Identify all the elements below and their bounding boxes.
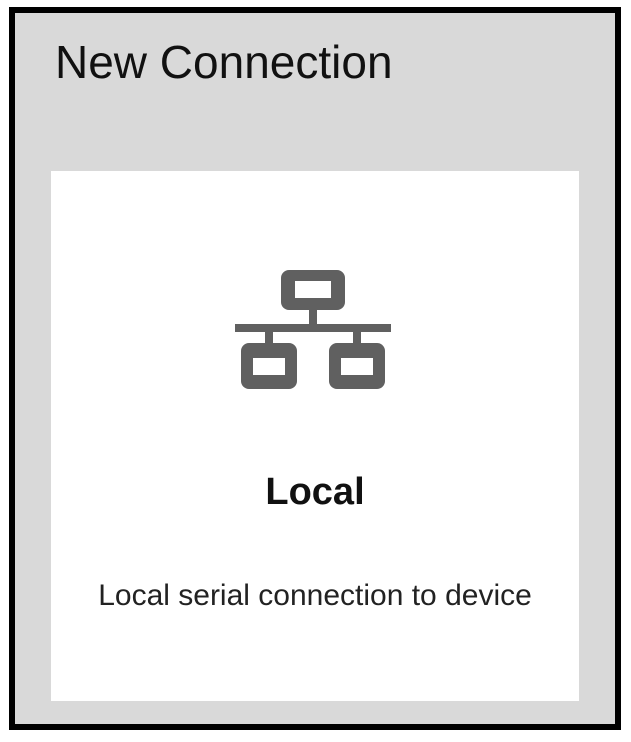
- network-icon: [235, 270, 391, 389]
- panel-title: New Connection: [55, 36, 393, 88]
- new-connection-panel: New Connection Local Local serial connec…: [9, 7, 621, 730]
- connection-description: Local serial connection to device: [98, 579, 532, 612]
- connection-title: Local: [265, 471, 365, 513]
- local-connection-card[interactable]: Local Local serial connection to device: [51, 171, 579, 701]
